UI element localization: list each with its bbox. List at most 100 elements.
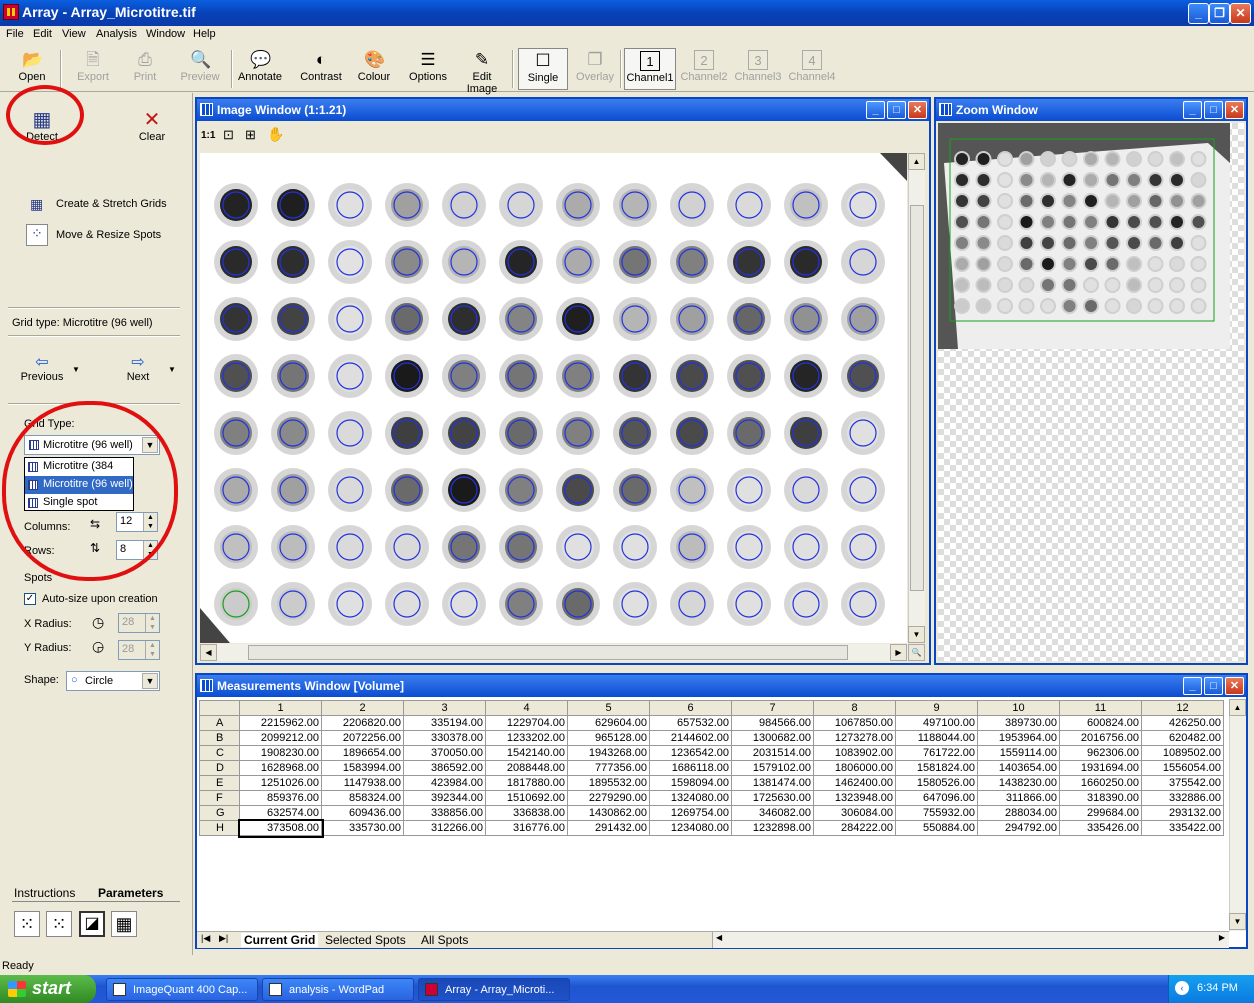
- column-header-7[interactable]: 7: [731, 700, 814, 716]
- row-header-F[interactable]: F: [199, 790, 240, 806]
- table-cell[interactable]: 657532.00: [649, 715, 732, 731]
- scroll-left-icon[interactable]: ◀: [716, 933, 722, 942]
- column-header-1[interactable]: 1: [239, 700, 322, 716]
- table-cell[interactable]: 1579102.00: [731, 760, 814, 776]
- scroll-up-icon[interactable]: ▲: [908, 153, 925, 170]
- edit-image-button[interactable]: ✎ Edit Image: [456, 48, 508, 95]
- next-dropdown-icon[interactable]: ▼: [168, 365, 176, 374]
- column-header-4[interactable]: 4: [485, 700, 568, 716]
- table-cell[interactable]: 1628968.00: [239, 760, 322, 776]
- table-cell[interactable]: 332886.00: [1141, 790, 1224, 806]
- create-stretch-grids-link[interactable]: Create & Stretch Grids: [56, 198, 167, 210]
- table-cell[interactable]: 1660250.00: [1059, 775, 1142, 791]
- colour-button[interactable]: 🎨 Colour: [352, 48, 396, 90]
- table-cell[interactable]: 1323948.00: [813, 790, 896, 806]
- tab-scroll-right-icon[interactable]: ▶|: [219, 933, 228, 944]
- next-button[interactable]: ⇨ Next: [120, 355, 156, 384]
- table-cell[interactable]: 335194.00: [403, 715, 486, 731]
- taskbar-item-array[interactable]: Array - Array_Microti...: [418, 978, 570, 1001]
- tab-scroll-left-icon[interactable]: |◀: [201, 933, 210, 944]
- table-cell[interactable]: 373508.00: [237, 818, 324, 838]
- menu-view[interactable]: View: [62, 28, 86, 40]
- table-cell[interactable]: 1556054.00: [1141, 760, 1224, 776]
- table-cell[interactable]: 2279290.00: [567, 790, 650, 806]
- zoom-window-titlebar[interactable]: Zoom Window _ □ ✕: [936, 99, 1246, 121]
- table-cell[interactable]: 335730.00: [321, 820, 404, 836]
- table-cell[interactable]: 1542140.00: [485, 745, 568, 761]
- table-cell[interactable]: 1895532.00: [567, 775, 650, 791]
- table-cell[interactable]: 1583994.00: [321, 760, 404, 776]
- table-cell[interactable]: 306084.00: [813, 805, 896, 821]
- table-cell[interactable]: 1147938.00: [321, 775, 404, 791]
- menu-edit[interactable]: Edit: [33, 28, 52, 40]
- tab-current-grid[interactable]: Current Grid: [241, 933, 319, 947]
- previous-button[interactable]: ⇦ Previous: [20, 355, 64, 384]
- table-cell[interactable]: 1462400.00: [813, 775, 896, 791]
- table-cell[interactable]: 288034.00: [977, 805, 1060, 821]
- table-cell[interactable]: 1067850.00: [813, 715, 896, 731]
- tray-expand-icon[interactable]: ‹: [1175, 981, 1189, 995]
- table-cell[interactable]: 859376.00: [239, 790, 322, 806]
- table-cell[interactable]: 497100.00: [895, 715, 978, 731]
- zoom-region-icon[interactable]: ⊞: [245, 127, 256, 143]
- table-cell[interactable]: 629604.00: [567, 715, 650, 731]
- grid-question-icon[interactable]: ⁙: [46, 911, 72, 937]
- zoom-window[interactable]: Zoom Window _ □ ✕: [934, 97, 1248, 665]
- tab-instructions[interactable]: Instructions: [14, 886, 75, 900]
- scroll-down-icon[interactable]: ▼: [908, 626, 925, 643]
- table-cell[interactable]: 1580526.00: [895, 775, 978, 791]
- scroll-down-icon[interactable]: ▼: [1229, 913, 1246, 930]
- table-cell[interactable]: 1598094.00: [649, 775, 732, 791]
- zoom-thumbnail-image[interactable]: [938, 123, 1230, 349]
- table-cell[interactable]: 1083902.00: [813, 745, 896, 761]
- table-cell[interactable]: 1817880.00: [485, 775, 568, 791]
- close-icon[interactable]: ✕: [1230, 3, 1251, 24]
- row-header-A[interactable]: A: [199, 715, 240, 731]
- table-cell[interactable]: 1430862.00: [567, 805, 650, 821]
- overlay-button[interactable]: ❐ Overlay: [572, 48, 618, 90]
- image-window[interactable]: Image Window (1:1.21) _ □ ✕ 1:1 ⊡ ⊞ ✋ ▲ …: [195, 97, 931, 665]
- open-button[interactable]: 📂 Open: [8, 48, 56, 90]
- print-button[interactable]: ⎙ Print: [122, 48, 168, 90]
- microtitre-plate-image[interactable]: [200, 153, 907, 643]
- measurements-table[interactable]: 1 2 3 4 5 6 7 8 9 10 11 12 A 2215962.00 2206820.00 335…: [199, 700, 1224, 838]
- row-header-E[interactable]: E: [199, 775, 240, 791]
- table-cell[interactable]: 1233202.00: [485, 730, 568, 746]
- image-canvas[interactable]: [200, 153, 907, 643]
- minimize-icon[interactable]: _: [1183, 101, 1202, 119]
- channel-1-button[interactable]: 1 Channel1: [624, 48, 676, 90]
- channel-3-button[interactable]: 3 Channel3: [732, 48, 784, 90]
- table-cell[interactable]: 2016756.00: [1059, 730, 1142, 746]
- table-cell[interactable]: 2215962.00: [239, 715, 322, 731]
- table-cell[interactable]: 965128.00: [567, 730, 650, 746]
- tab-all-spots[interactable]: All Spots: [421, 933, 468, 947]
- table-cell[interactable]: 316776.00: [485, 820, 568, 836]
- table-cell[interactable]: 346082.00: [731, 805, 814, 821]
- table-cell[interactable]: 330378.00: [403, 730, 486, 746]
- table-cell[interactable]: 423984.00: [403, 775, 486, 791]
- table-cell[interactable]: 299684.00: [1059, 805, 1142, 821]
- close-icon[interactable]: ✕: [1225, 101, 1244, 119]
- close-icon[interactable]: ✕: [908, 101, 927, 119]
- export-button[interactable]: 🗎 Export: [68, 48, 118, 90]
- zoom-magnifier-icon[interactable]: 🔍: [908, 644, 925, 661]
- table-cell[interactable]: 1324080.00: [649, 790, 732, 806]
- column-header-12[interactable]: 12: [1141, 700, 1224, 716]
- start-button[interactable]: start: [0, 975, 96, 1003]
- table-cell[interactable]: 2099212.00: [239, 730, 322, 746]
- table-cell[interactable]: 1931694.00: [1059, 760, 1142, 776]
- spinner-arrows-icon[interactable]: ▲ ▼: [145, 614, 159, 632]
- table-cell[interactable]: 1559114.00: [977, 745, 1060, 761]
- scroll-thumb[interactable]: [910, 205, 924, 591]
- table-cell[interactable]: 1251026.00: [239, 775, 322, 791]
- table-cell[interactable]: 2072256.00: [321, 730, 404, 746]
- scroll-right-icon[interactable]: ▶: [890, 644, 907, 661]
- taskbar-item-imagequant[interactable]: ImageQuant 400 Cap...: [106, 978, 258, 1001]
- shape-select[interactable]: ○ Circle ▼: [66, 671, 160, 691]
- table-cell[interactable]: 1236542.00: [649, 745, 732, 761]
- move-resize-spots-link[interactable]: Move & Resize Spots: [56, 229, 161, 241]
- table-cell[interactable]: 755932.00: [895, 805, 978, 821]
- spot-select-icon[interactable]: ◪: [79, 911, 105, 937]
- annotate-button[interactable]: 💬 Annotate: [236, 48, 284, 90]
- table-cell[interactable]: 761722.00: [895, 745, 978, 761]
